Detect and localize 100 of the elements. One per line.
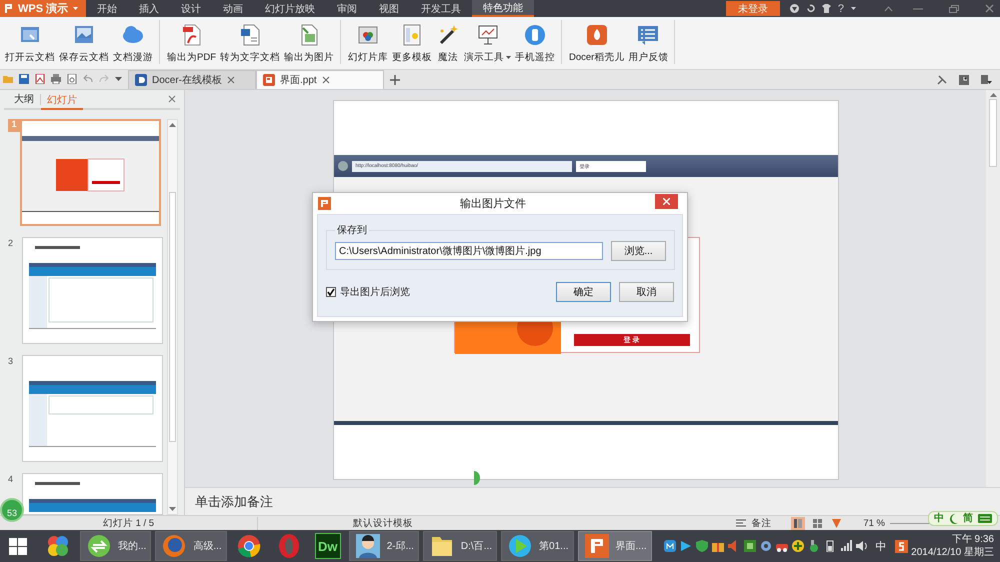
plus-circle-icon[interactable]	[792, 540, 804, 552]
gift-icon[interactable]	[712, 540, 724, 552]
chip-icon[interactable]	[744, 540, 756, 552]
export-pdf-icon[interactable]	[35, 74, 45, 84]
document-tab[interactable]: 界面.ppt	[256, 70, 384, 89]
ribbon-button[interactable]: 打开云文档	[3, 20, 57, 64]
restore-icon[interactable]	[949, 4, 959, 12]
dialog-button[interactable]: 取消	[619, 282, 674, 302]
dialog-button[interactable]: 确定	[556, 282, 611, 302]
path-field[interactable]: C:\Users\Administrator\微博图片\微博图片.jpg	[335, 242, 603, 260]
template-name: 默认设计模板	[352, 516, 414, 530]
slide-number: 4	[8, 473, 14, 484]
taskbar-app-button[interactable]: 高级...	[155, 531, 227, 561]
save-icon[interactable]	[19, 74, 29, 84]
menu-tab[interactable]: 特色功能	[472, 0, 534, 17]
keyboard-icon[interactable]	[978, 514, 992, 523]
grid-view-icon	[812, 518, 822, 528]
gear-icon[interactable]	[760, 540, 772, 552]
help-button[interactable]: ?	[838, 2, 844, 14]
ribbon-button[interactable]: Docer稻壳儿	[567, 20, 626, 64]
close-icon[interactable]	[322, 76, 330, 84]
ribbon-button[interactable]: 手机遥控	[513, 20, 557, 64]
menu-tab[interactable]: 开始	[86, 0, 128, 17]
scroll-down-icon[interactable]	[169, 507, 176, 511]
ribbon-button[interactable]: 输出为图片	[282, 20, 336, 64]
print-icon[interactable]	[51, 74, 61, 84]
notes-placeholder[interactable]: 单击添加备注	[195, 492, 273, 510]
ribbon-button[interactable]: 演示工具	[462, 20, 513, 64]
scrollbar[interactable]	[986, 90, 1000, 487]
m-logo-icon[interactable]	[664, 540, 676, 552]
view-menu-icon[interactable]	[981, 74, 992, 84]
ribbon-button[interactable]: 保存云文档	[57, 20, 111, 64]
scroll-up-icon[interactable]	[169, 123, 176, 127]
menu-tab[interactable]: 动画	[212, 0, 254, 17]
caret-icon	[73, 7, 78, 10]
scrollbar-thumb[interactable]	[989, 99, 997, 167]
menu-tab[interactable]: 视图	[368, 0, 410, 17]
ime-script[interactable]: 简	[963, 512, 973, 525]
close-icon[interactable]	[985, 4, 994, 13]
play-button-icon[interactable]	[680, 540, 692, 552]
history-icon[interactable]	[959, 74, 969, 84]
dialog-title: 输出图片文件	[459, 196, 527, 211]
taskbar-app-button[interactable]: 我的...	[80, 531, 152, 561]
notes-icon[interactable]	[736, 519, 746, 527]
normal-view-button[interactable]	[791, 516, 806, 530]
ribbon-button[interactable]: 用户反馈	[626, 20, 670, 64]
signal-icon[interactable]	[840, 540, 852, 552]
notes-toggle[interactable]: 备注	[751, 516, 772, 530]
ribbon-button[interactable]: 幻灯片库	[346, 20, 390, 64]
taskbar-app-button[interactable]: 界面....	[578, 531, 652, 561]
slide-number: 3	[8, 355, 14, 366]
bubble-icon	[474, 471, 480, 485]
document-tab[interactable]: Docer-在线模板	[128, 70, 256, 89]
close-button[interactable]	[655, 194, 678, 208]
refresh-icon[interactable]	[806, 4, 815, 13]
sogou-s-icon[interactable]	[894, 540, 908, 552]
menu-tab[interactable]: 开发工具	[410, 0, 472, 17]
new-tab-icon[interactable]	[390, 74, 400, 84]
volume-icon[interactable]	[856, 540, 868, 552]
ribbon-button[interactable]: 转为文字文档	[218, 20, 282, 64]
shield-icon[interactable]	[696, 540, 708, 552]
checkbox-label[interactable]: 导出图片后浏览	[340, 285, 410, 299]
panel-tab[interactable]: 大纲	[8, 90, 40, 108]
shirt-icon[interactable]	[822, 4, 831, 13]
update-icon[interactable]	[808, 540, 820, 552]
ribbon-button[interactable]: 魔法	[434, 20, 462, 64]
taskbar-app-button[interactable]: 第01...	[501, 531, 574, 561]
caret-icon[interactable]	[851, 7, 856, 10]
close-icon[interactable]	[227, 76, 236, 84]
checkbox[interactable]	[326, 287, 336, 297]
collapse-ribbon-icon[interactable]	[884, 6, 893, 12]
menu-tab[interactable]: 幻灯片放映	[254, 0, 326, 17]
clock[interactable]: 下午 9:36 2014/12/10 星期三	[911, 533, 994, 559]
scrollbar-thumb[interactable]	[169, 192, 176, 442]
taskbar-app-button[interactable]: D:\百...	[422, 531, 498, 561]
menu-tab[interactable]: 插入	[128, 0, 170, 17]
menu-tab[interactable]: 审阅	[326, 0, 368, 17]
sorter-view-button[interactable]	[810, 516, 824, 530]
battery-icon[interactable]	[824, 540, 836, 552]
ribbon-button[interactable]: 输出为PDF	[165, 20, 218, 64]
input-method-indicator[interactable]: 中	[876, 538, 887, 554]
menu-tab[interactable]: 设计	[170, 0, 212, 17]
browse-button[interactable]: 浏览...	[611, 241, 666, 261]
dropdown-caret-icon[interactable]	[115, 77, 122, 81]
feedback-list-icon	[636, 23, 660, 47]
taskbar-app-button[interactable]: 2-邱...	[348, 531, 419, 561]
minimize-icon[interactable]	[913, 8, 923, 10]
ribbon-button[interactable]: 更多模板	[390, 20, 434, 64]
moon-icon[interactable]	[949, 514, 958, 524]
scrollbar[interactable]	[167, 119, 178, 515]
print-preview-icon[interactable]	[67, 74, 77, 84]
close-icon[interactable]	[168, 95, 176, 103]
shield-icon[interactable]	[790, 4, 799, 13]
scroll-up-icon[interactable]	[990, 93, 996, 97]
ribbon-button[interactable]: 文档漫游	[111, 20, 155, 64]
ime-mode[interactable]: 中	[934, 512, 944, 525]
pin-icon[interactable]	[937, 74, 947, 84]
presentation-board-icon	[476, 23, 500, 47]
group-label: 保存到	[336, 224, 368, 237]
document-icon	[238, 23, 262, 47]
